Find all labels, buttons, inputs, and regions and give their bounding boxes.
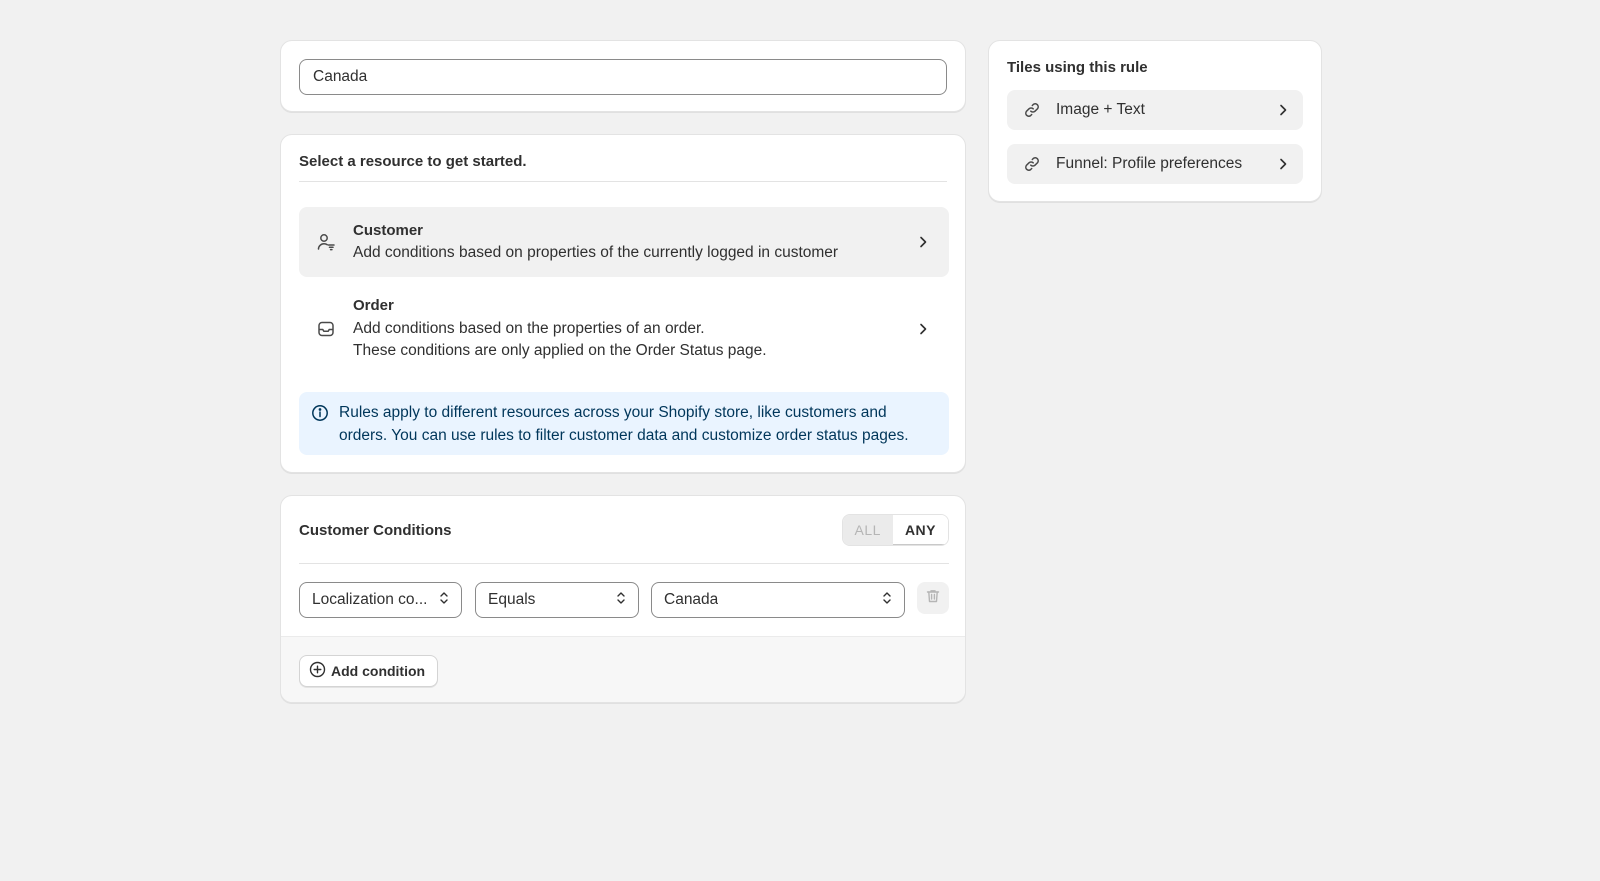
conditions-heading: Customer Conditions <box>299 521 452 539</box>
match-any-button[interactable]: ANY <box>892 515 948 545</box>
info-banner-text: Rules apply to different resources acros… <box>339 404 887 421</box>
customer-conditions-card: Customer Conditions ALL ANY Localization… <box>280 495 966 703</box>
condition-value-select[interactable]: Canada <box>651 582 905 618</box>
tile-item[interactable]: Funnel: Profile preferences <box>1007 144 1303 184</box>
customer-filter-icon <box>299 232 353 252</box>
rule-name-input[interactable] <box>299 59 947 95</box>
resource-heading: Select a resource to get started. <box>299 153 527 170</box>
add-condition-button[interactable]: Add condition <box>299 655 439 687</box>
link-icon <box>1007 155 1056 173</box>
match-all-button[interactable]: ALL <box>842 515 893 545</box>
tiles-using-rule-card: Tiles using this rule Image + Text Funne… <box>988 40 1322 202</box>
tile-label: Funnel: Profile preferences <box>1056 155 1243 172</box>
tile-item[interactable]: Image + Text <box>1007 90 1303 130</box>
resource-description: Add conditions based on the properties o… <box>353 319 705 337</box>
chevron-right-icon <box>1263 103 1303 117</box>
condition-field-value: Localization co... <box>312 591 428 608</box>
resource-description: Add conditions based on properties of th… <box>353 244 839 261</box>
info-icon <box>311 402 339 445</box>
info-banner-text: orders. You can use rules to filter cust… <box>339 426 909 444</box>
conditions-divider <box>299 563 949 564</box>
condition-operator-value: Equals <box>488 591 536 608</box>
resource-title: Customer <box>353 221 424 239</box>
resource-select-card: Select a resource to get started. Custom… <box>280 134 966 473</box>
inbox-icon <box>299 320 353 338</box>
condition-value-text: Canada <box>664 591 719 608</box>
chevron-right-icon <box>897 235 949 249</box>
select-arrows-icon <box>882 590 892 611</box>
conditions-footer: Add condition <box>281 636 965 702</box>
tile-label: Image + Text <box>1056 101 1145 118</box>
tiles-heading: Tiles using this rule <box>1007 59 1148 76</box>
condition-operator-select[interactable]: Equals <box>475 582 639 618</box>
condition-field-select[interactable]: Localization co... <box>299 582 462 618</box>
match-toggle: ALL ANY <box>841 514 949 546</box>
resource-option-customer[interactable]: Customer Add conditions based on propert… <box>299 207 949 277</box>
chevron-right-icon <box>897 322 949 336</box>
add-condition-label: Add condition <box>331 663 426 679</box>
link-icon <box>1007 101 1056 119</box>
select-arrows-icon <box>616 590 626 611</box>
resource-description: These conditions are only applied on the… <box>353 342 767 360</box>
resource-option-order[interactable]: Order Add conditions based on the proper… <box>299 285 949 373</box>
rule-name-card <box>280 40 966 112</box>
plus-circle-icon <box>309 661 326 681</box>
resource-title: Order <box>353 297 394 315</box>
delete-condition-button[interactable] <box>917 582 949 614</box>
resource-divider <box>299 181 947 182</box>
chevron-right-icon <box>1263 157 1303 171</box>
info-banner: Rules apply to different resources acros… <box>299 392 949 455</box>
trash-icon <box>925 588 941 608</box>
select-arrows-icon <box>439 590 449 611</box>
